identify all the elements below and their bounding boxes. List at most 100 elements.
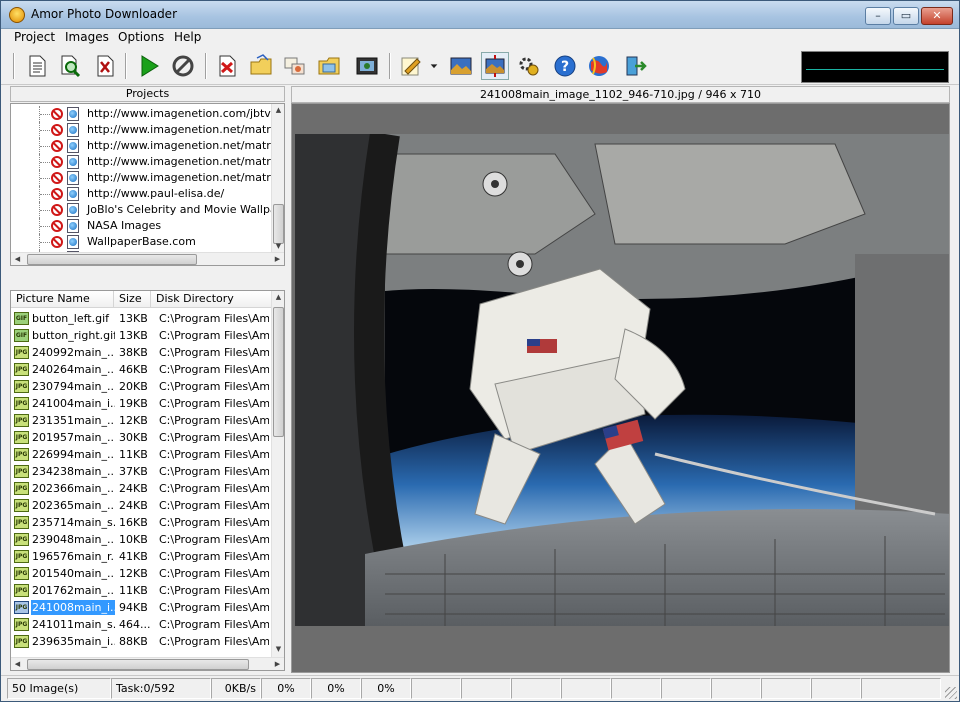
picture-row[interactable]: JPG 230794main_... 20KB C:\Program Files\Am… [11, 378, 273, 395]
picture-row[interactable]: JPG 231351main_... 12KB C:\Program Files\Am… [11, 412, 273, 429]
list-hscrollbar[interactable]: ◀ ▶ [11, 657, 284, 670]
picture-row[interactable]: JPG 202365main_... 24KB C:\Program Files\Am… [11, 497, 273, 514]
wallpaper-button[interactable] [447, 52, 475, 80]
picture-directory: C:\Program Files\Am... [159, 516, 269, 529]
monitor-trace [806, 69, 944, 70]
picture-size: 12KB [119, 414, 148, 427]
project-item[interactable]: http://www.paul-elisa.de/ [11, 186, 273, 202]
picture-row[interactable]: JPG 201957main_... 30KB C:\Program Files\Am… [11, 429, 273, 446]
scroll-left-arrow[interactable]: ◀ [11, 658, 24, 670]
projects-tree[interactable]: http://www.imagenetion.com/jbtvision http… [10, 103, 285, 266]
blocked-icon [51, 124, 63, 136]
picture-row[interactable]: JPG 201762main_... 11KB C:\Program Files\Am… [11, 582, 273, 599]
delete-project-button[interactable] [91, 52, 119, 80]
picture-row[interactable]: JPG 241004main_i... 19KB C:\Program Files\A… [11, 395, 273, 412]
project-item[interactable]: http://www.imagenetion.net/matrix/jbt [11, 138, 284, 154]
picture-row[interactable]: JPG 241008main_i... 94KB C:\Program Files\A… [11, 599, 273, 616]
project-item[interactable]: NASA Images [11, 218, 273, 234]
project-item[interactable]: http://www.imagenetion.net/matrix/jbt [11, 154, 284, 170]
scroll-thumb[interactable] [27, 254, 197, 265]
picture-row[interactable]: JPG 239048main_... 10KB C:\Program Files\Am… [11, 531, 273, 548]
menu-project[interactable]: Project [11, 30, 58, 44]
scroll-left-arrow[interactable]: ◀ [11, 253, 24, 265]
status-slot [511, 678, 561, 699]
app-icon [9, 7, 25, 23]
image-viewer[interactable] [291, 103, 950, 673]
scroll-down-arrow[interactable]: ▼ [272, 643, 284, 656]
tree-connector [39, 154, 51, 170]
web-page-icon [67, 219, 79, 233]
picture-row[interactable]: JPG 240264main_... 46KB C:\Program Files\Am… [11, 361, 273, 378]
scroll-right-arrow[interactable]: ▶ [271, 253, 284, 265]
column-disk-directory[interactable]: Disk Directory [151, 291, 273, 308]
picture-directory: C:\Program Files\Am... [159, 533, 269, 546]
scroll-right-arrow[interactable]: ▶ [271, 658, 284, 670]
picture-directory: C:\Program Files\Am... [159, 465, 269, 478]
title-bar[interactable]: Amor Photo Downloader – ▭ ✕ [1, 1, 959, 29]
picture-row[interactable]: JPG 202366main_... 24KB C:\Program Files\Am… [11, 480, 273, 497]
scroll-thumb[interactable] [273, 204, 284, 244]
menu-images[interactable]: Images [62, 30, 112, 44]
images-button[interactable] [281, 52, 309, 80]
picture-row[interactable]: JPG 240992main_... 38KB C:\Program Files\Am [11, 344, 273, 361]
project-item[interactable]: http://www.imagenetion.net/matrix/bv [11, 122, 284, 138]
edit-button[interactable] [397, 52, 425, 80]
scroll-up-arrow[interactable]: ▲ [272, 291, 284, 304]
view-button[interactable] [353, 52, 381, 80]
edit-dropdown-button[interactable] [427, 52, 441, 80]
picture-row[interactable]: GIF button_right.gif 13KB C:\Program Files\… [11, 327, 273, 344]
jpg-file-icon: JPG [14, 618, 29, 631]
web-button[interactable] [585, 52, 613, 80]
help-button[interactable]: ? [551, 52, 579, 80]
settings-button[interactable] [515, 52, 543, 80]
exit-button[interactable] [621, 52, 649, 80]
web-page-icon [67, 139, 79, 153]
projects-vscrollbar[interactable]: ▲ ▼ [271, 104, 284, 253]
project-item[interactable]: http://www.imagenetion.net/matrix/jbt [11, 170, 284, 186]
stop-button[interactable] [169, 52, 197, 80]
maximize-button[interactable]: ▭ [893, 7, 919, 25]
new-project-button[interactable] [23, 52, 51, 80]
picture-row[interactable]: JPG 196576main_r... 41KB C:\Program Files\A… [11, 548, 273, 565]
picture-row[interactable]: GIF button_left.gif 13KB C:\Program Files\A… [11, 310, 273, 327]
minimize-button[interactable]: – [865, 7, 891, 25]
start-button[interactable] [135, 52, 163, 80]
image-folder-button[interactable] [315, 52, 343, 80]
close-button[interactable]: ✕ [921, 7, 953, 25]
picture-row[interactable]: JPG 226994main_... 11KB C:\Program Files\Am… [11, 446, 273, 463]
status-slot [461, 678, 511, 699]
open-folder-button[interactable] [247, 52, 275, 80]
fit-image-button[interactable] [481, 52, 509, 80]
project-item[interactable]: http://www.imagenetion.com/jbtvision [11, 106, 284, 122]
window-title: Amor Photo Downloader [31, 7, 177, 21]
jpg-file-icon: JPG [14, 601, 29, 614]
resize-grip[interactable] [945, 687, 957, 699]
scroll-up-arrow[interactable]: ▲ [272, 104, 284, 117]
list-vscrollbar[interactable]: ▲ ▼ [271, 291, 284, 658]
help-icon: ? [554, 55, 576, 77]
column-picture-name[interactable]: Picture Name [11, 291, 114, 308]
projects-hscrollbar[interactable]: ◀ ▶ [11, 252, 284, 265]
find-button[interactable] [57, 52, 85, 80]
picture-row[interactable]: JPG 239635main_i... 88KB C:\Program Files\A… [11, 633, 273, 650]
jpg-file-icon: JPG [14, 482, 29, 495]
project-item[interactable]: WallpaperBase.com [11, 234, 273, 250]
scroll-thumb[interactable] [273, 307, 284, 437]
picture-list[interactable]: Picture Name Size Disk Directory GIF butt… [10, 290, 285, 671]
project-item[interactable]: JoBlo's Celebrity and Movie Wallpaper [11, 202, 284, 218]
menu-options[interactable]: Options [115, 30, 167, 44]
picture-row[interactable]: JPG 234238main_... 37KB C:\Program Files\Am… [11, 463, 273, 480]
toolbar-separator [13, 53, 15, 79]
picture-name: 201957main_... [32, 431, 115, 444]
column-size[interactable]: Size [114, 291, 151, 308]
menu-help[interactable]: Help [171, 30, 204, 44]
delete-image-button[interactable] [213, 52, 241, 80]
picture-size: 30KB [119, 431, 148, 444]
scroll-thumb[interactable] [27, 659, 249, 670]
picture-size: 46KB [119, 363, 148, 376]
tree-connector [39, 202, 51, 218]
picture-row[interactable]: JPG 201540main_... 12KB C:\Program Files\Am… [11, 565, 273, 582]
picture-row[interactable]: JPG 235714main_s... 16KB C:\Program Files\A… [11, 514, 273, 531]
toolbar-separator [205, 53, 207, 79]
picture-row[interactable]: JPG 241011main_s... 464... C:\Program Files… [11, 616, 273, 633]
